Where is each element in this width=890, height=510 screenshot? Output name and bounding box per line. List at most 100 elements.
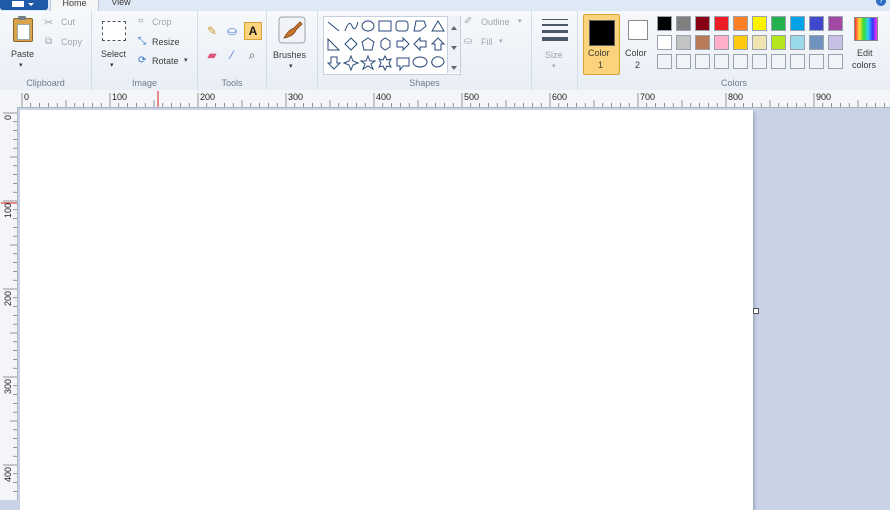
color1-label: Color <box>588 48 610 58</box>
rotate-button[interactable]: ⟳ Rotate ▾ <box>138 55 194 69</box>
paint-menu-button[interactable] <box>0 0 48 10</box>
select-button[interactable]: Select ▾ <box>96 13 130 73</box>
palette-swatch[interactable] <box>676 16 691 31</box>
size-line-medium-icon <box>542 24 568 26</box>
palette-swatch[interactable] <box>714 54 729 69</box>
oval-shape-icon <box>361 20 375 32</box>
palette-swatch[interactable] <box>676 35 691 50</box>
brushes-label: Brushes <box>273 50 307 60</box>
ruler-label: 0 <box>3 114 13 120</box>
palette-swatch[interactable] <box>676 54 691 69</box>
select-dropdown-arrow-icon[interactable]: ▾ <box>110 61 114 69</box>
palette-swatch[interactable] <box>657 16 672 31</box>
palette-swatch[interactable] <box>695 54 710 69</box>
outline-label: Outline <box>481 17 510 27</box>
fill-button[interactable]: ⛀ Fill ▾ <box>464 36 514 50</box>
palette-swatch[interactable] <box>657 35 672 50</box>
select-rectangle-icon <box>102 21 126 41</box>
palette-swatch[interactable] <box>809 54 824 69</box>
palette-swatch[interactable] <box>809 16 824 31</box>
ruler-label: 300 <box>3 378 13 394</box>
palette-swatch[interactable] <box>771 54 786 69</box>
rotate-dropdown-arrow-icon[interactable]: ▾ <box>184 56 188 64</box>
brush-icon <box>278 16 306 44</box>
clipboard-group: Paste ▾ ✂ Cut ⧉ Copy Clipboard <box>0 11 92 90</box>
fill-bucket-icon[interactable]: ⛀ <box>224 23 240 39</box>
color2-number: 2 <box>635 60 641 70</box>
ribbon-tab-row: Home View ? <box>0 0 890 12</box>
palette-swatch[interactable] <box>752 16 767 31</box>
palette-swatch[interactable] <box>714 16 729 31</box>
color2-swatch <box>628 20 648 40</box>
resize-button[interactable]: ⤡ Resize <box>138 36 194 50</box>
palette-swatch[interactable] <box>752 54 767 69</box>
palette-swatch[interactable] <box>752 35 767 50</box>
ruler-label: 800 <box>728 92 744 102</box>
palette-swatch[interactable] <box>733 35 748 50</box>
pencil-icon[interactable]: ✎ <box>204 23 220 39</box>
resize-label: Resize <box>152 37 180 47</box>
color2-button[interactable]: Color 2 <box>621 14 653 74</box>
palette-swatch[interactable] <box>828 16 843 31</box>
palette-swatch[interactable] <box>714 35 729 50</box>
drawing-canvas[interactable] <box>20 110 753 510</box>
help-icon[interactable]: ? <box>876 0 886 6</box>
canvas-resize-handle[interactable] <box>753 308 759 314</box>
tab-view[interactable]: View <box>105 0 137 11</box>
gallery-expand-icon[interactable] <box>451 66 457 70</box>
color-picker-icon[interactable]: ⁄ <box>224 47 240 63</box>
palette-swatch[interactable] <box>695 35 710 50</box>
tools-group: ✎ ⛀ A ▰ ⁄ ⌕ Tools <box>198 11 267 90</box>
outline-button[interactable]: ✐ Outline ▾ <box>464 16 526 30</box>
text-tool-icon[interactable]: A <box>244 22 262 40</box>
shapes-gallery-icons <box>326 20 446 72</box>
copy-button[interactable]: ⧉ Copy <box>44 36 86 50</box>
palette-swatch[interactable] <box>733 16 748 31</box>
palette-swatch[interactable] <box>809 35 824 50</box>
palette-swatch[interactable] <box>790 35 805 50</box>
palette-swatch[interactable] <box>771 35 786 50</box>
left-arrow-shape-icon <box>413 36 427 52</box>
brushes-button[interactable]: Brushes ▾ <box>272 14 312 74</box>
palette-swatch[interactable] <box>790 16 805 31</box>
brushes-dropdown-arrow-icon[interactable]: ▾ <box>289 62 293 70</box>
paste-button[interactable]: Paste ▾ <box>4 13 40 73</box>
gallery-down-arrow-icon[interactable] <box>451 46 457 50</box>
palette-swatch[interactable] <box>771 16 786 31</box>
ruler-label: 0 <box>24 92 30 102</box>
ruler-label: 400 <box>376 92 392 102</box>
palette-swatch[interactable] <box>657 54 672 69</box>
outline-dropdown-arrow-icon: ▾ <box>518 18 522 25</box>
image-group: Select ▾ ⌗ Crop ⤡ Resize ⟳ Rotate ▾ Imag… <box>92 11 198 90</box>
palette-swatch[interactable] <box>733 54 748 69</box>
paste-dropdown-arrow-icon[interactable]: ▾ <box>19 61 23 69</box>
rectangle-shape-icon <box>378 20 392 32</box>
edit-colors-button[interactable]: Edit colors <box>849 14 883 74</box>
crop-button[interactable]: ⌗ Crop <box>138 16 188 30</box>
triangle-shape-icon <box>431 20 445 32</box>
rotate-icon: ⟳ <box>138 55 147 66</box>
magnifier-icon[interactable]: ⌕ <box>244 47 260 63</box>
fill-icon: ⛀ <box>464 36 473 47</box>
palette-swatch[interactable] <box>828 54 843 69</box>
cut-button[interactable]: ✂ Cut <box>44 16 84 30</box>
size-line-thickest-icon <box>542 37 568 41</box>
right-triangle-shape-icon <box>327 37 341 51</box>
size-button[interactable]: Size ▾ <box>538 14 572 74</box>
diamond-shape-icon <box>344 37 358 51</box>
size-line-thin-icon <box>542 19 568 20</box>
image-group-label: Image <box>131 78 157 88</box>
shapes-gallery-scroll[interactable] <box>447 16 460 73</box>
edit-colors-label-2: colors <box>852 60 877 70</box>
color1-button[interactable]: Color 1 <box>583 14 620 75</box>
shapes-gallery[interactable] <box>323 16 461 75</box>
crop-icon: ⌗ <box>138 16 144 27</box>
canvas-workspace <box>18 108 890 510</box>
paste-label: Paste <box>11 49 35 59</box>
color1-swatch <box>589 20 615 46</box>
eraser-icon[interactable]: ▰ <box>204 47 220 63</box>
gallery-up-arrow-icon[interactable] <box>451 26 457 30</box>
palette-swatch[interactable] <box>790 54 805 69</box>
palette-swatch[interactable] <box>828 35 843 50</box>
palette-swatch[interactable] <box>695 16 710 31</box>
